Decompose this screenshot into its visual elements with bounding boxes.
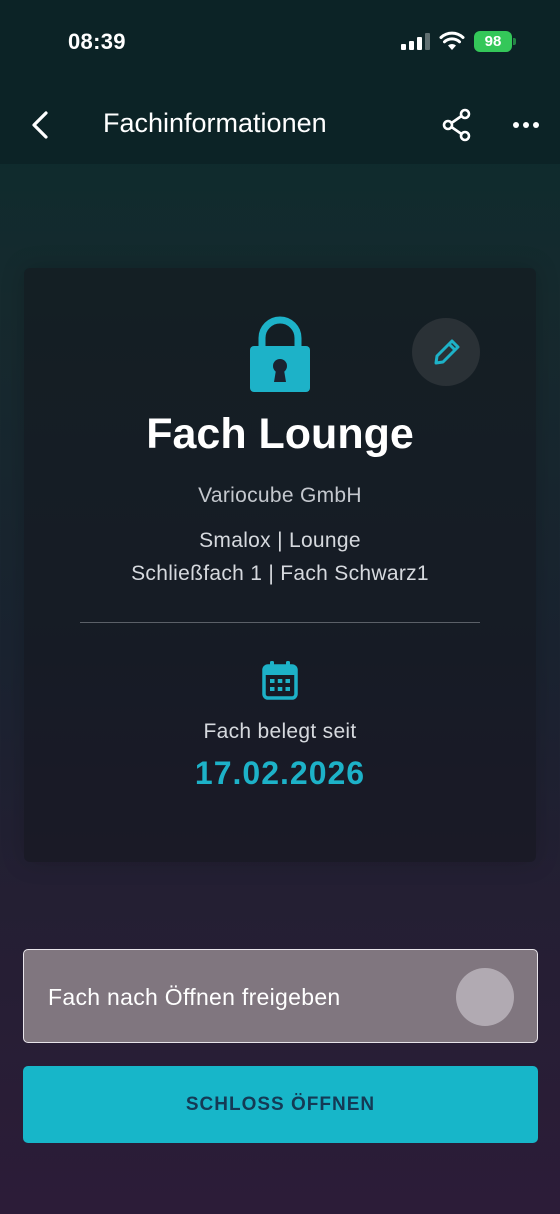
release-after-open-toggle[interactable]: Fach nach Öffnen freigeben xyxy=(23,949,538,1043)
location-line-1: Smalox | Lounge xyxy=(199,529,361,552)
battery-indicator: 98 xyxy=(474,31,516,52)
compartment-title: Fach Lounge xyxy=(146,410,414,458)
lock-icon xyxy=(250,316,310,392)
toggle-switch-knob[interactable] xyxy=(456,968,514,1026)
more-horizontal-icon[interactable] xyxy=(511,112,541,138)
share-icon[interactable] xyxy=(441,108,473,142)
chevron-left-icon[interactable] xyxy=(26,108,54,142)
top-bar: 08:39 98 Fachinformationen xyxy=(0,0,560,164)
open-lock-button[interactable]: SCHLOSS ÖFFNEN xyxy=(23,1066,538,1143)
release-toggle-label: Fach nach Öffnen freigeben xyxy=(48,984,341,1010)
pencil-icon xyxy=(434,339,460,365)
edit-button[interactable] xyxy=(412,318,480,386)
battery-level: 98 xyxy=(484,33,502,50)
calendar-icon xyxy=(262,661,298,700)
wifi-icon xyxy=(439,31,465,50)
signal-icon xyxy=(401,33,431,50)
divider xyxy=(80,622,480,623)
occupied-since-label: Fach belegt seit xyxy=(203,720,357,743)
occupied-since-date: 17.02.2026 xyxy=(194,755,366,791)
location-line-2: Schließfach 1 | Fach Schwarz1 xyxy=(131,562,429,585)
status-time: 08:39 xyxy=(68,29,126,54)
page-title: Fachinformationen xyxy=(103,108,327,138)
open-lock-button-label: SCHLOSS ÖFFNEN xyxy=(185,1094,376,1115)
company-name: Variocube GmbH xyxy=(198,484,362,507)
